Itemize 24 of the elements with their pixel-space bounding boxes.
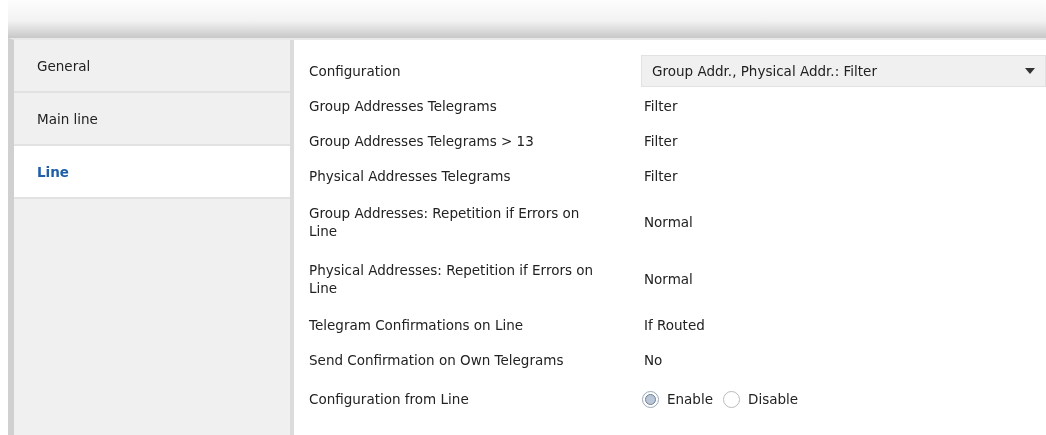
- parameter-value: Filter: [643, 97, 678, 114]
- dropdown-arrow-icon: [1025, 67, 1035, 74]
- parameter-label: Physical Addresses Telegrams: [309, 166, 512, 185]
- parameter-label: Group Addresses Telegrams: [309, 96, 498, 115]
- radio-label: Enable: [667, 391, 713, 407]
- parameter-value: If Routed: [643, 316, 705, 333]
- parameter-value: Normal: [643, 213, 693, 230]
- parameter-label: Send Confirmation on Own Telegrams: [309, 350, 565, 369]
- radio-label: Disable: [748, 391, 799, 407]
- parameter-label: Configuration: [309, 61, 402, 80]
- radio-button[interactable]: [723, 390, 740, 408]
- parameter-label: Group Addresses Telegrams > 13: [309, 131, 535, 150]
- parameter-value: Normal: [643, 270, 693, 287]
- sidebar-tab[interactable]: Main line: [14, 93, 290, 146]
- parameter-label: Configuration from Line: [309, 390, 470, 408]
- parameter-value: Filter: [643, 132, 678, 149]
- parameter-value: No: [643, 351, 663, 368]
- parameter-label: Group Addresses: Repetition if Errors on Line: [309, 203, 581, 240]
- parameter-label: Telegram Confirmations on Line: [309, 315, 525, 334]
- radio-button[interactable]: [642, 390, 659, 408]
- sidebar-tab[interactable]: General: [14, 40, 290, 93]
- parameter-label: Physical Addresses: Repetition if Errors on Line: [309, 260, 595, 297]
- configuration-dropdown[interactable]: Group Addr., Physical Addr.: Filter: [641, 54, 1046, 87]
- parameter-value: Filter: [643, 167, 678, 184]
